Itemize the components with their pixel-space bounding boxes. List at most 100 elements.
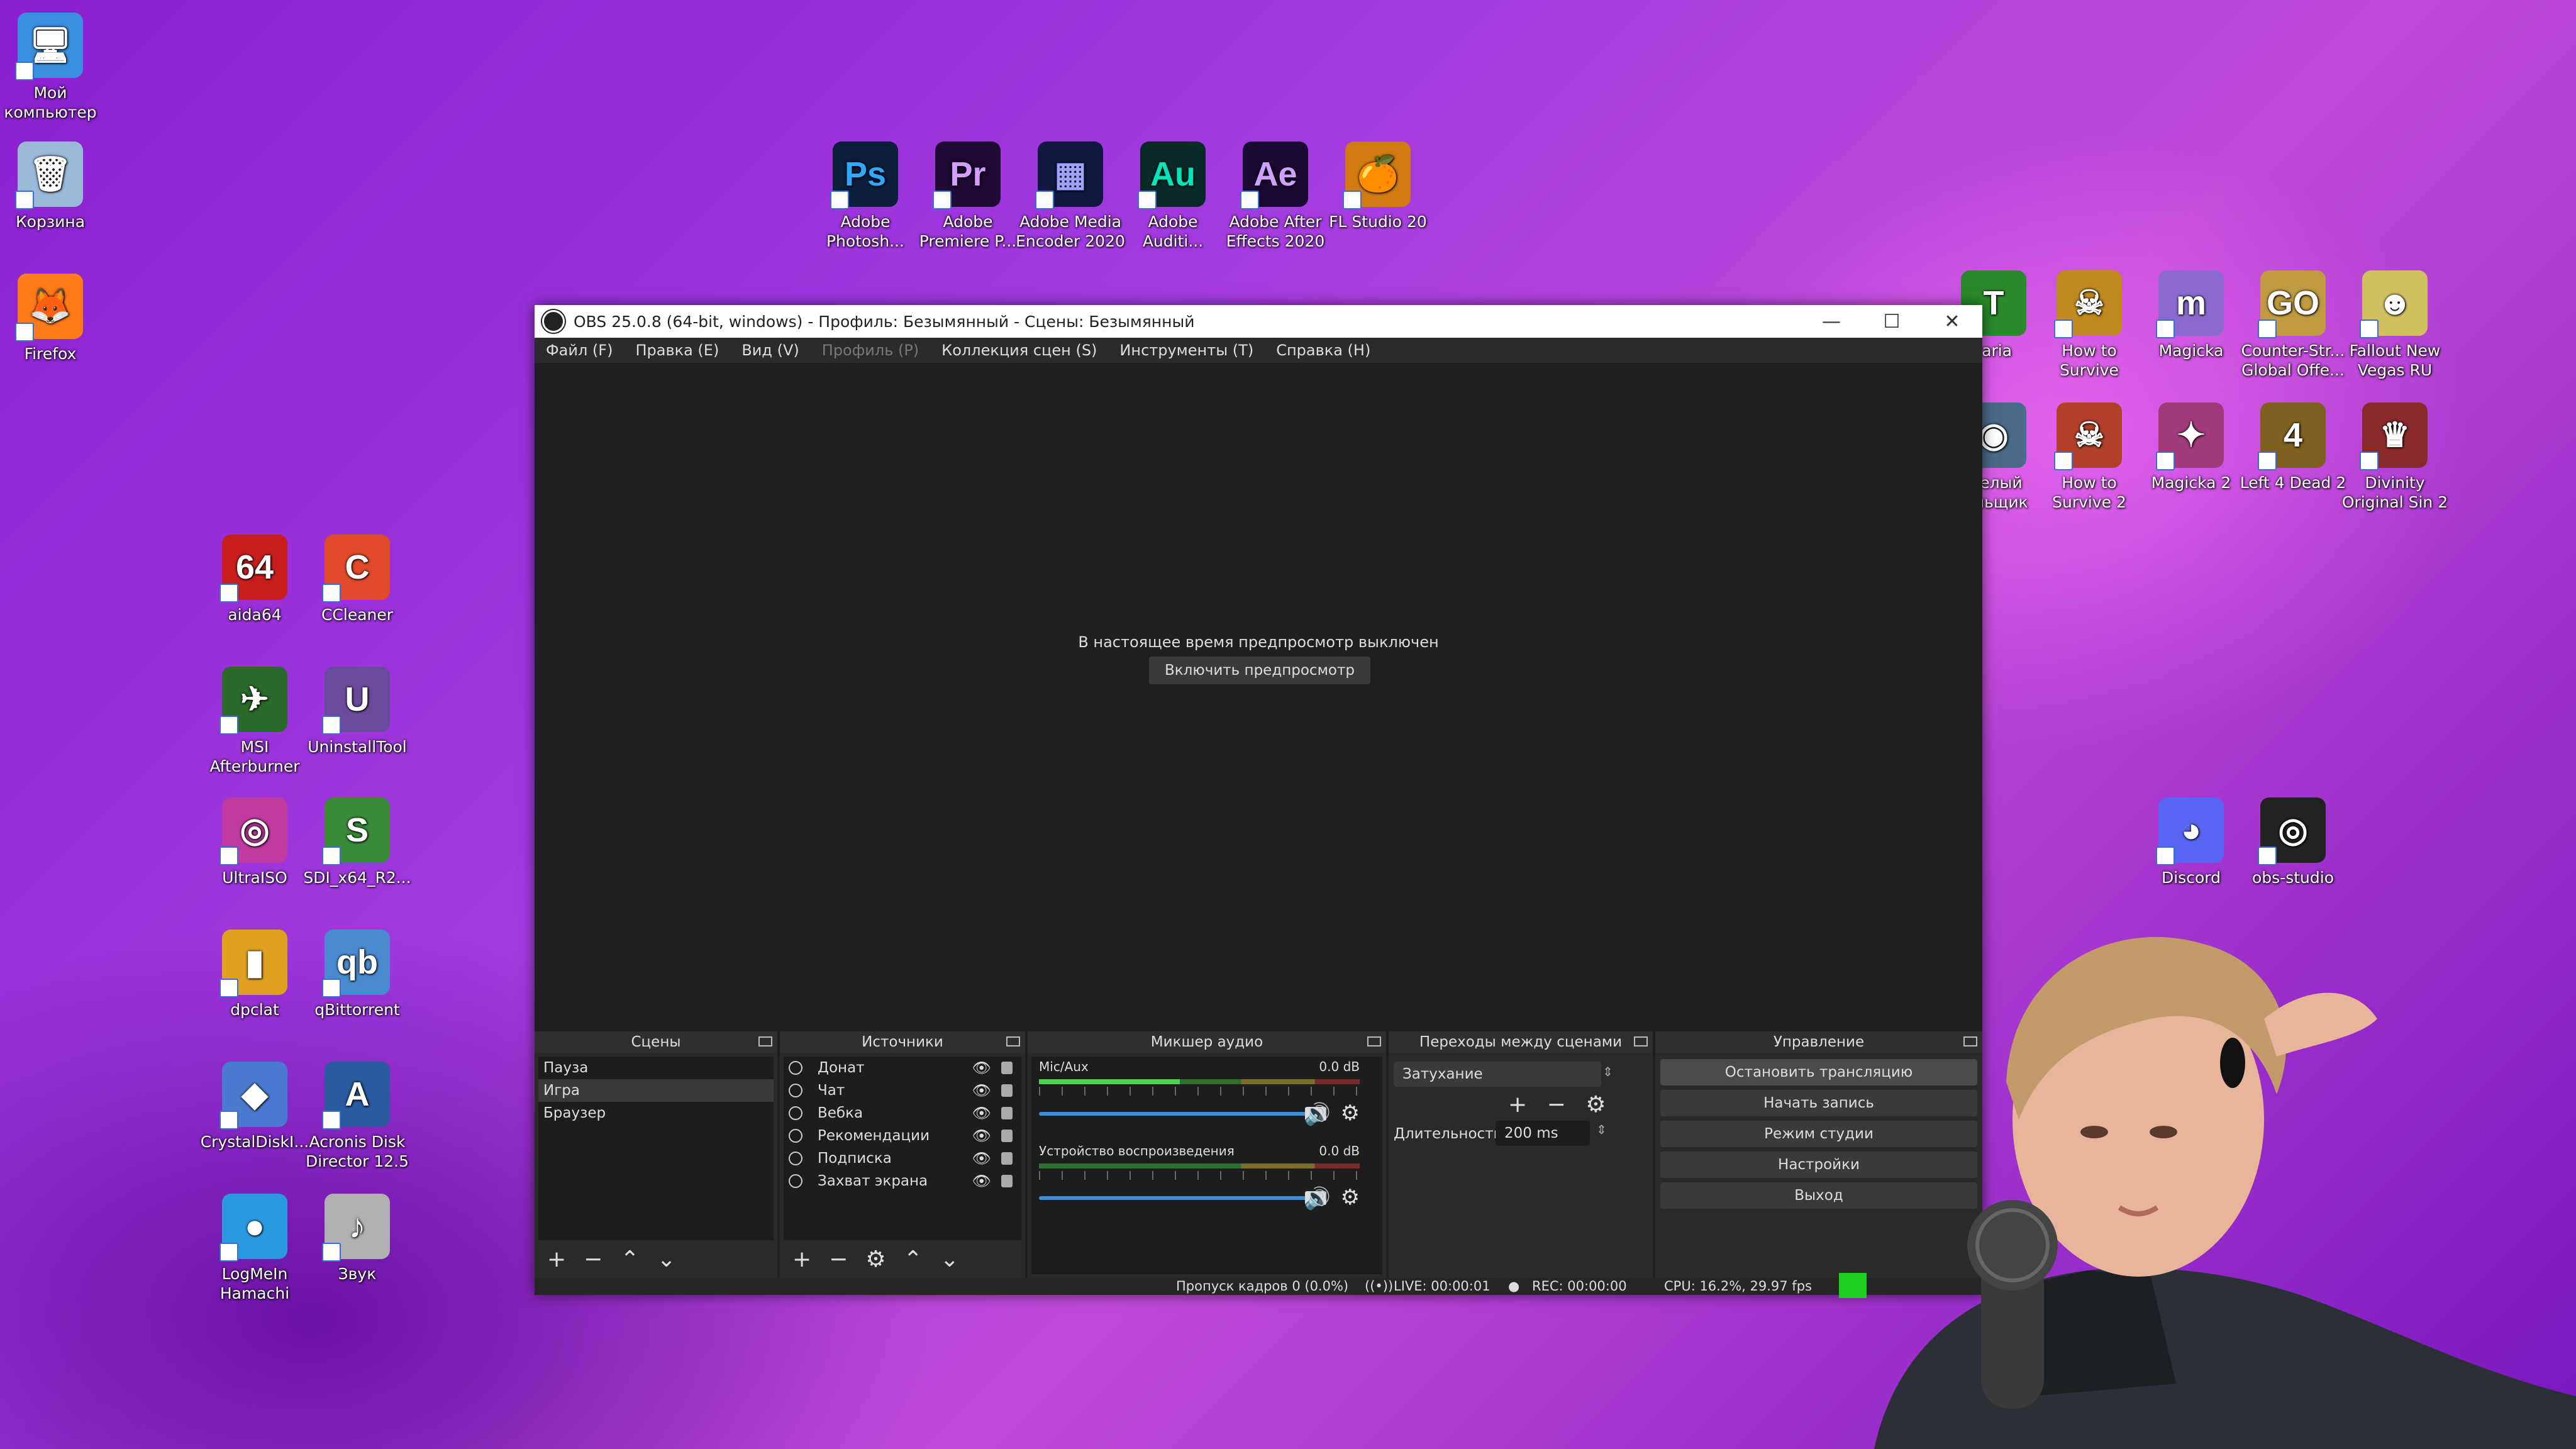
app-icon: 🦊 [15, 274, 83, 341]
source-item[interactable]: Вебка 👁 [784, 1102, 1021, 1124]
menu-file[interactable]: Файл (F) [546, 341, 613, 359]
lock-icon[interactable] [1001, 1107, 1013, 1119]
menu-scene-collection[interactable]: Коллекция сцен (S) [941, 341, 1097, 359]
chevron-updown-icon[interactable]: ⇕ [1602, 1064, 1613, 1079]
source-item[interactable]: Донат 👁 [784, 1057, 1021, 1079]
desktop-icon-label: MSI Afterburner [209, 738, 300, 775]
add-source-icon[interactable]: + [792, 1246, 811, 1272]
remove-source-icon[interactable]: − [829, 1246, 848, 1272]
menu-help[interactable]: Справка (H) [1276, 341, 1370, 359]
lock-icon[interactable] [1001, 1084, 1013, 1097]
desktop-icon[interactable]: Ae Adobe After Effects 2020 [1219, 142, 1332, 251]
transition-select[interactable]: Затухание [1394, 1062, 1601, 1087]
speaker-icon[interactable]: 🔊 [1304, 1186, 1331, 1211]
display-capture-icon [789, 1174, 802, 1188]
source-item[interactable]: Чат 👁 [784, 1079, 1021, 1102]
undock-icon[interactable] [758, 1036, 772, 1046]
eye-icon[interactable]: 👁 [972, 1057, 991, 1079]
desktop-icon[interactable]: Ps Adobe Photosh... [809, 142, 922, 251]
undock-icon[interactable] [1367, 1036, 1381, 1046]
lock-icon[interactable] [1001, 1175, 1013, 1187]
source-item[interactable]: Захват экрана 👁 [784, 1170, 1021, 1192]
gear-icon[interactable]: ⚙ [1585, 1092, 1606, 1118]
app-icon: ☠ [2054, 270, 2122, 338]
duration-input[interactable]: 200 ms [1496, 1121, 1590, 1146]
app-icon: ▮ [219, 930, 287, 997]
desktop-icon[interactable]: ◎ UltraISO [198, 797, 311, 887]
title-bar[interactable]: OBS 25.0.8 (64-bit, windows) - Профиль: … [535, 305, 1982, 338]
spinner-icon[interactable]: ⇕ [1596, 1122, 1607, 1137]
desktop-icon[interactable]: 🍊 FL Studio 20 [1321, 142, 1435, 231]
add-transition-icon[interactable]: + [1508, 1092, 1527, 1118]
scene-item[interactable]: Браузер [538, 1102, 774, 1124]
desktop-icon[interactable]: Pr Adobe Premiere P... [911, 142, 1024, 251]
maximize-button[interactable]: ☐ [1862, 305, 1922, 338]
desktop-icon[interactable]: m Magicka [2135, 270, 2248, 360]
gear-icon[interactable]: ⚙ [1341, 1185, 1360, 1210]
menu-profile[interactable]: Профиль (P) [822, 341, 919, 359]
desktop-icon[interactable]: ✦ Magicka 2 [2135, 402, 2248, 492]
menu-view[interactable]: Вид (V) [741, 341, 799, 359]
desktop-icon[interactable]: ♛ Divinity Original Sin 2 [2338, 402, 2451, 512]
desktop-icon[interactable]: ▦ Adobe Media Encoder 2020 [1014, 142, 1127, 251]
desktop-icon[interactable]: ◎ obs-studio [2236, 797, 2350, 887]
desktop-icon[interactable]: ☠ How to Survive [2033, 270, 2146, 380]
desktop-icon[interactable]: 🗑 Корзина [0, 142, 107, 231]
volume-slider[interactable] [1039, 1112, 1316, 1116]
lock-icon[interactable] [1001, 1062, 1013, 1074]
move-up-icon[interactable]: ⌃ [620, 1246, 639, 1272]
close-button[interactable]: ✕ [1922, 305, 1982, 338]
gear-icon[interactable]: ⚙ [865, 1246, 886, 1272]
window-title: OBS 25.0.8 (64-bit, windows) - Профиль: … [574, 312, 1195, 331]
desktop-icon[interactable]: C CCleaner [301, 535, 414, 625]
menu-tools[interactable]: Инструменты (T) [1119, 341, 1253, 359]
desktop-icon[interactable]: ◆ CrystalDiskI... [198, 1062, 311, 1152]
desktop-icon[interactable]: 4 Left 4 Dead 2 [2236, 402, 2350, 492]
scene-item[interactable]: Игра [538, 1079, 774, 1102]
desktop-icon[interactable]: S SDI_x64_R2... [301, 797, 414, 887]
desktop-icon[interactable]: ✈ MSI Afterburner [198, 667, 311, 776]
desktop-icon-label: Adobe Photosh... [826, 213, 905, 250]
scene-item[interactable]: Пауза [538, 1057, 774, 1079]
lock-icon[interactable] [1001, 1130, 1013, 1142]
app-icon: Pr [933, 142, 1001, 209]
lock-icon[interactable] [1001, 1152, 1013, 1165]
eye-icon[interactable]: 👁 [972, 1147, 991, 1170]
move-up-icon[interactable]: ⌃ [904, 1246, 923, 1272]
gear-icon[interactable]: ⚙ [1341, 1101, 1360, 1126]
desktop-icon-label: SDI_x64_R2... [303, 869, 411, 887]
move-down-icon[interactable]: ⌄ [940, 1246, 959, 1272]
menu-edit[interactable]: Правка (E) [635, 341, 719, 359]
remove-scene-icon[interactable]: − [584, 1246, 602, 1272]
desktop-icon[interactable]: ● LogMeIn Hamachi [198, 1194, 311, 1303]
desktop-icon[interactable]: ▮ dpclat [198, 930, 311, 1019]
source-item[interactable]: Подписка 👁 [784, 1147, 1021, 1170]
desktop-icon[interactable]: A Acronis Disk Director 12.5 [301, 1062, 414, 1171]
move-down-icon[interactable]: ⌄ [657, 1246, 676, 1272]
desktop-icon[interactable]: U UninstallTool [301, 667, 414, 757]
remove-transition-icon[interactable]: − [1547, 1092, 1566, 1118]
desktop-icon[interactable]: ☠ How to Survive 2 [2033, 402, 2146, 512]
undock-icon[interactable] [1634, 1036, 1648, 1046]
desktop-icon[interactable]: GO Counter-Str... Global Offe... [2236, 270, 2350, 380]
desktop-icon[interactable]: 🦊 Firefox [0, 274, 107, 364]
desktop-icon[interactable]: 🖥 Мой компьютер [0, 13, 107, 122]
speaker-icon[interactable]: 🔊 [1304, 1102, 1331, 1127]
desktop-icon[interactable]: ◕ Discord [2135, 797, 2248, 887]
desktop-icon[interactable]: Au Adobe Auditi... [1116, 142, 1230, 251]
source-item[interactable]: Рекомендации 👁 [784, 1124, 1021, 1147]
desktop-icon[interactable]: 64 aida64 [198, 535, 311, 625]
desktop-icon-label: Мой компьютер [4, 84, 97, 121]
desktop-icon[interactable]: ♪ Звук [301, 1194, 414, 1284]
eye-icon[interactable]: 👁 [972, 1079, 991, 1102]
desktop-icon[interactable]: qb qBittorrent [301, 930, 414, 1019]
minimize-button[interactable]: — [1801, 305, 1862, 338]
enable-preview-button[interactable]: Включить предпросмотр [1149, 657, 1370, 684]
add-scene-icon[interactable]: + [547, 1246, 566, 1272]
desktop-icon[interactable]: ☻ Fallout New Vegas RU [2338, 270, 2451, 380]
eye-icon[interactable]: 👁 [972, 1124, 991, 1147]
undock-icon[interactable] [1006, 1036, 1020, 1046]
eye-icon[interactable]: 👁 [972, 1102, 991, 1124]
volume-slider[interactable] [1039, 1196, 1316, 1200]
eye-icon[interactable]: 👁 [972, 1170, 991, 1192]
